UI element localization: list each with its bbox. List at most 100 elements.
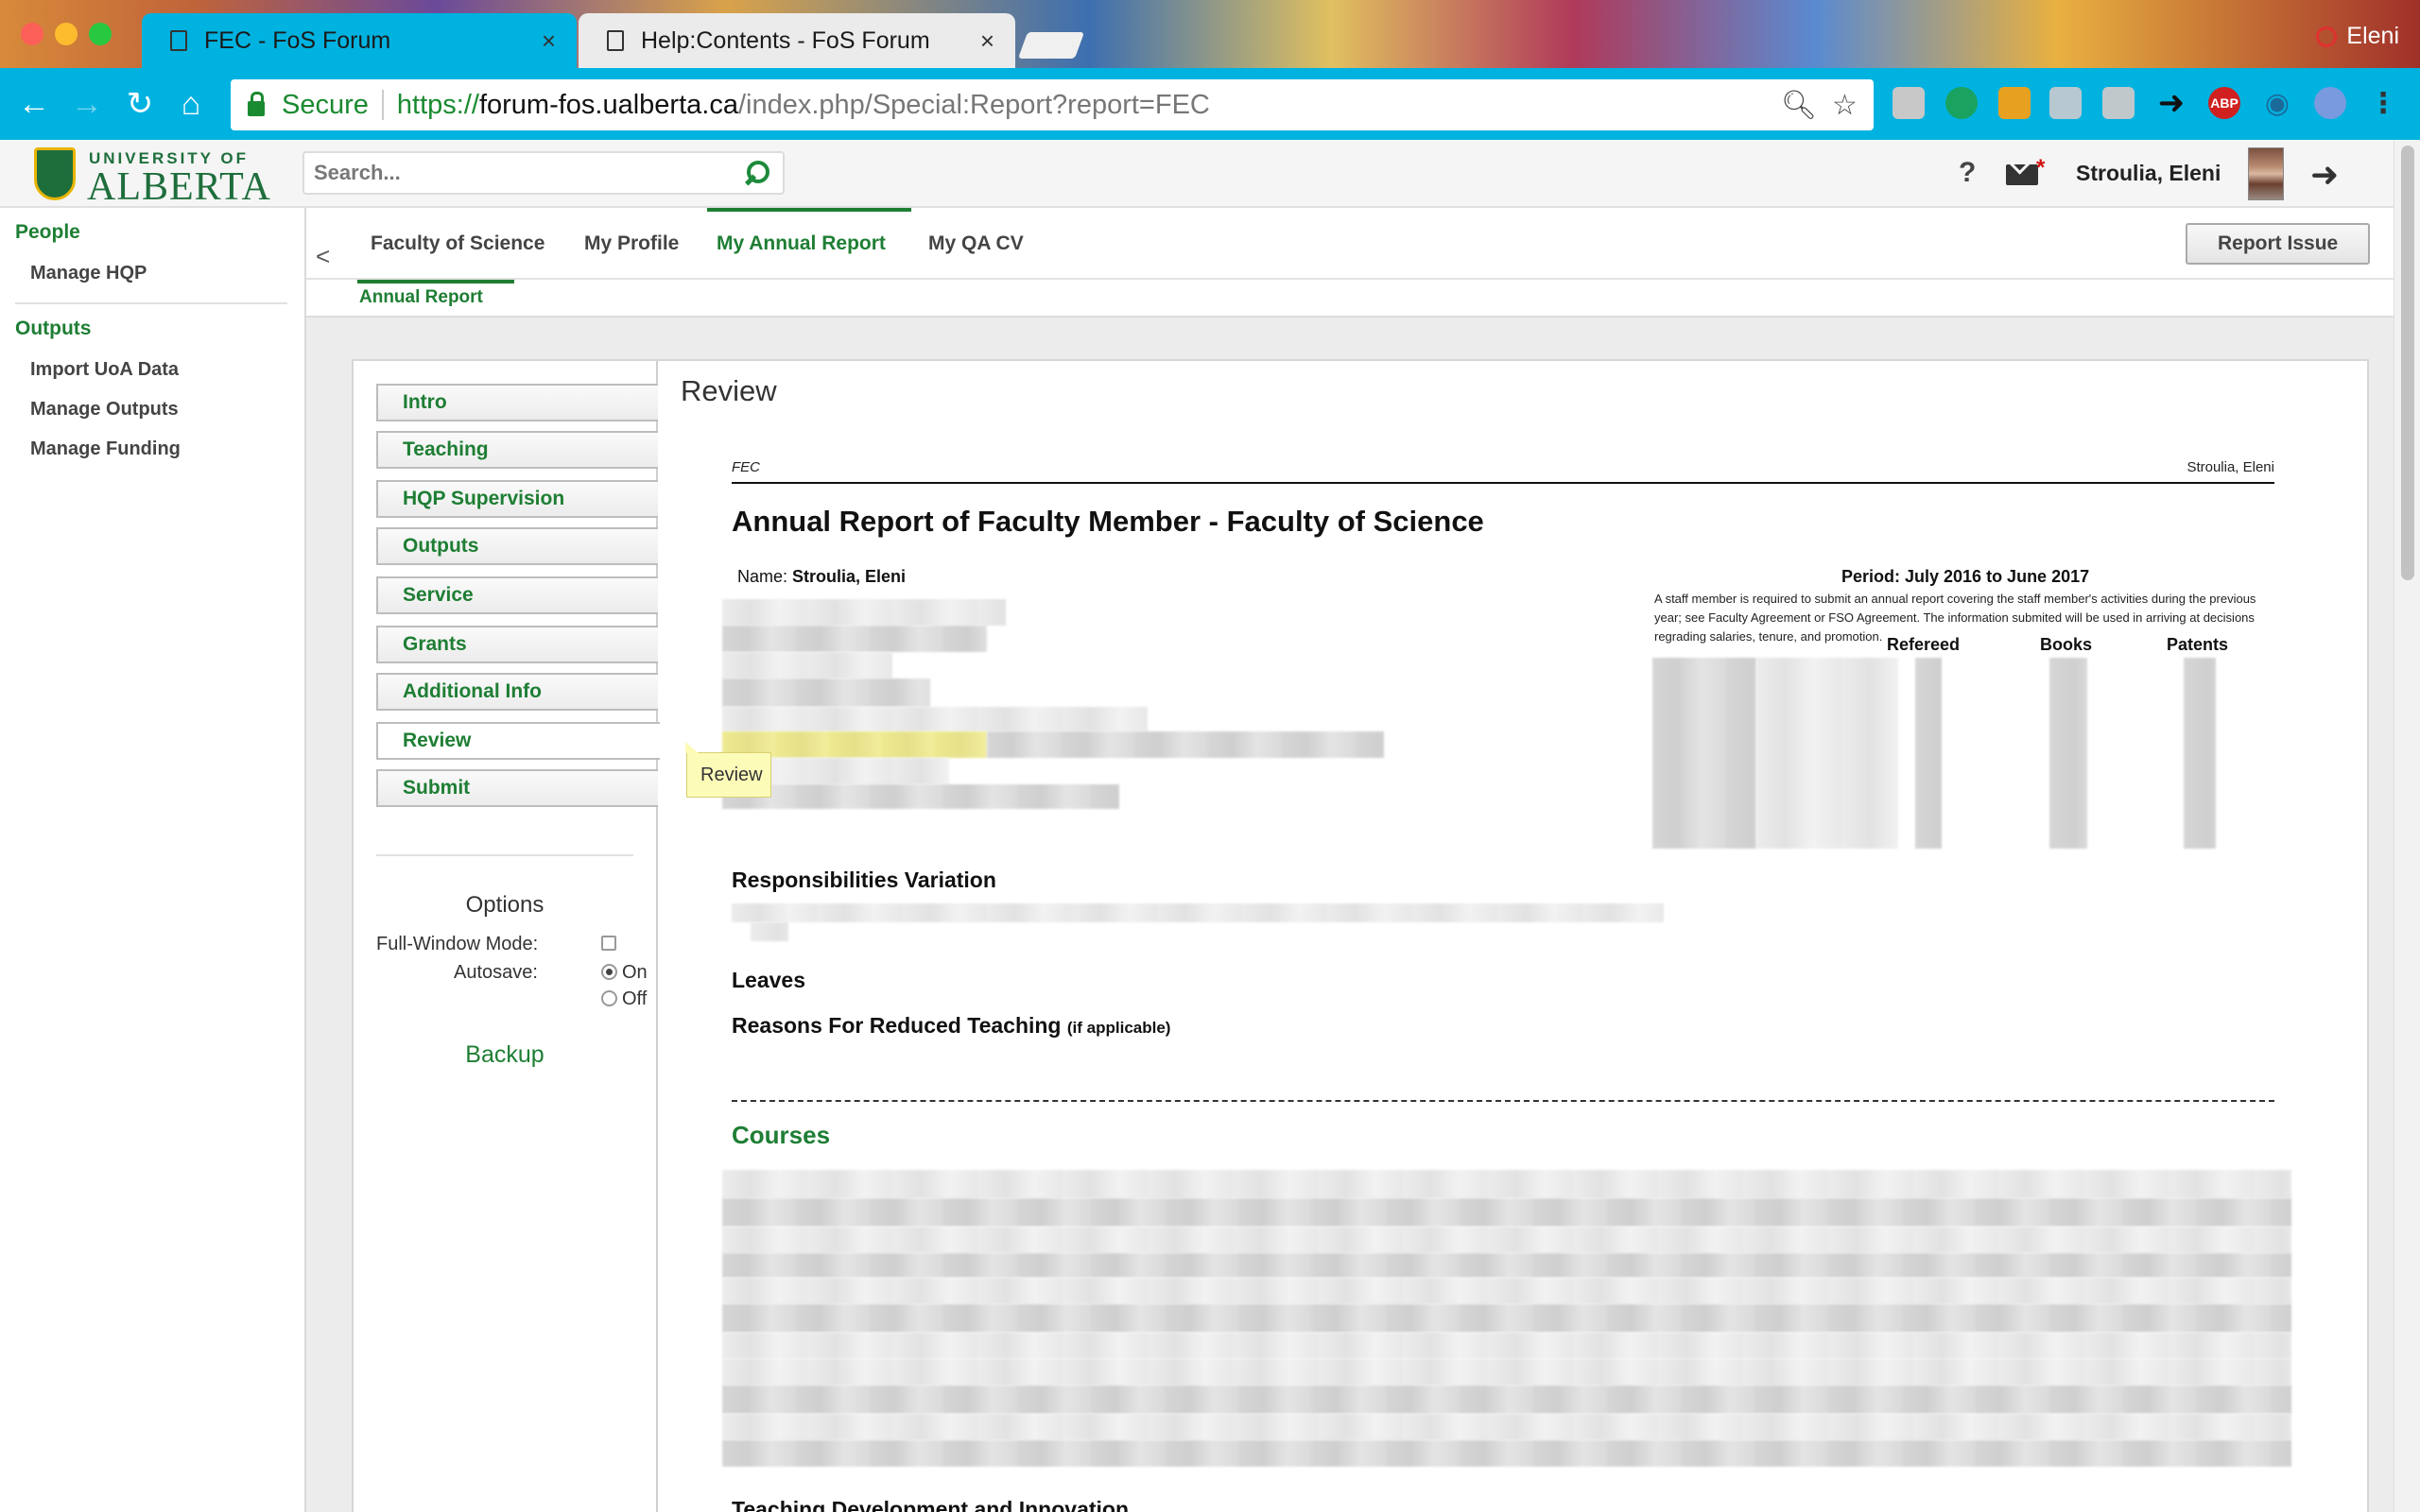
mail-icon[interactable]	[2006, 164, 2038, 185]
tab-my-profile[interactable]: My Profile	[584, 232, 679, 255]
logout-arrow-icon[interactable]: ➜	[2310, 155, 2339, 195]
university-logo[interactable]: UNIVERSITY OF ALBERTA	[34, 147, 270, 209]
rss-icon[interactable]	[1998, 87, 2031, 119]
report-issue-button[interactable]: Report Issue	[2186, 223, 2371, 265]
redacted-block	[722, 1440, 2291, 1467]
share-icon[interactable]: ➜	[2155, 85, 2187, 121]
user-name[interactable]: Stroulia, Eleni	[2076, 161, 2221, 186]
redacted-block	[987, 731, 1384, 758]
site-search	[302, 151, 785, 195]
screen: FEC - FoS Forum × Help:Contents - FoS Fo…	[0, 0, 2420, 1512]
doc-name: Name: Stroulia, Eleni	[737, 567, 906, 587]
section-reduced-teaching: Reasons For Reduced Teaching (if applica…	[732, 1013, 1170, 1039]
cast-icon[interactable]	[2049, 87, 2082, 119]
options-title: Options	[465, 892, 544, 918]
redacted-block	[722, 784, 1119, 809]
step-hqp-supervision[interactable]: HQP Supervision	[376, 480, 658, 518]
tab-faculty-of-science[interactable]: Faculty of Science	[371, 232, 544, 255]
hangouts-icon[interactable]	[1945, 87, 1978, 119]
back-icon[interactable]: ←	[13, 83, 55, 125]
logo-bottom-text: ALBERTA	[87, 165, 271, 209]
minimize-window-button[interactable]	[55, 23, 78, 45]
autosave-on-radio[interactable]	[601, 964, 617, 980]
subtab-annual-report[interactable]: Annual Report	[359, 287, 483, 308]
redacted-block	[722, 679, 930, 707]
url-host: forum-fos.ualberta.ca	[478, 89, 738, 120]
step-review[interactable]: Review	[376, 722, 660, 760]
bookmark-star-icon[interactable]: ☆	[1832, 89, 1858, 122]
step-additional-info[interactable]: Additional Info	[376, 673, 658, 711]
redacted-block	[722, 1332, 2291, 1359]
browser-profile[interactable]: Eleni	[2316, 23, 2399, 50]
doc-title: Annual Report of Faculty Member - Facult…	[732, 505, 1484, 538]
step-outputs[interactable]: Outputs	[376, 527, 658, 565]
zoom-icon[interactable]: 🔍︎	[1781, 89, 1817, 122]
doc-header-rule	[732, 482, 2274, 484]
options-divider	[376, 854, 633, 856]
browser-menu-icon[interactable]: ⋮	[2367, 87, 2399, 119]
scrollbar-thumb[interactable]	[2401, 146, 2414, 580]
sidebar: People Manage HQP Outputs Import UoA Dat…	[0, 208, 304, 1512]
doc-period: Period: July 2016 to June 2017	[1841, 567, 2090, 586]
browser-tab-active[interactable]: FEC - FoS Forum ×	[142, 13, 577, 68]
eye-icon[interactable]: ◉	[2261, 87, 2293, 119]
address-bar[interactable]: Secure https:// forum-fos.ualberta.ca /i…	[231, 79, 1874, 130]
sidebar-item-manage-funding[interactable]: Manage Funding	[30, 438, 181, 460]
section-teaching-development: Teaching Development and Innovation	[732, 1497, 1130, 1512]
sidebar-item-manage-outputs[interactable]: Manage Outputs	[30, 399, 179, 421]
reload-icon[interactable]: ↻	[119, 83, 161, 125]
new-tab-button[interactable]	[1017, 32, 1085, 59]
step-grants[interactable]: Grants	[376, 626, 658, 663]
step-service[interactable]: Service	[376, 576, 658, 614]
zoom-window-button[interactable]	[89, 23, 112, 45]
tab-my-annual-report[interactable]: My Annual Report	[717, 232, 886, 255]
top-tabs: < Faculty of Science My Profile My Annua…	[306, 208, 2395, 280]
drive-icon[interactable]	[2102, 87, 2135, 119]
sidebar-item-manage-hqp[interactable]: Manage HQP	[30, 263, 147, 284]
browser-tab-strip: FEC - FoS Forum × Help:Contents - FoS Fo…	[0, 0, 2420, 68]
vpn-icon[interactable]	[2314, 87, 2346, 119]
tab-my-qa-cv[interactable]: My QA CV	[928, 232, 1024, 255]
main-content: < Faculty of Science My Profile My Annua…	[304, 208, 2395, 1512]
home-icon[interactable]: ⌂	[170, 83, 212, 125]
redacted-block	[722, 1385, 2291, 1414]
redacted-block	[722, 1359, 2291, 1385]
sidebar-item-import-uoa-data[interactable]: Import UoA Data	[30, 359, 179, 381]
note-icon[interactable]	[1893, 87, 1925, 119]
search-input[interactable]	[304, 161, 739, 185]
redacted-block	[722, 707, 1148, 731]
doc-header-left: FEC	[732, 459, 760, 475]
autosave-label: Autosave:	[454, 962, 538, 983]
reduced-teaching-title: Reasons For Reduced Teaching	[732, 1013, 1062, 1038]
backup-link[interactable]: Backup	[354, 1041, 656, 1069]
browser-tab-inactive[interactable]: Help:Contents - FoS Forum ×	[579, 13, 1015, 68]
step-teaching[interactable]: Teaching	[376, 431, 658, 469]
report-panel: Intro Teaching HQP Supervision Outputs S…	[352, 359, 2369, 1512]
collapse-sidebar-icon[interactable]: <	[316, 242, 330, 271]
forward-icon[interactable]: →	[66, 83, 108, 125]
close-window-button[interactable]	[21, 23, 43, 45]
adblock-plus-icon[interactable]: ABP	[2208, 87, 2240, 119]
sidebar-section-people[interactable]: People	[15, 221, 80, 244]
help-icon[interactable]: ?	[1959, 157, 1976, 189]
profile-name: Eleni	[2346, 23, 2399, 49]
redacted-block	[722, 1170, 2291, 1198]
sidebar-section-outputs[interactable]: Outputs	[15, 318, 91, 340]
sidebar-divider	[15, 302, 287, 304]
avatar[interactable]	[2248, 147, 2284, 200]
search-icon[interactable]	[739, 157, 771, 189]
step-intro[interactable]: Intro	[376, 384, 658, 421]
doc-name-value: Stroulia, Eleni	[792, 567, 907, 586]
doc-header-right: Stroulia, Eleni	[2187, 459, 2274, 475]
section-leaves: Leaves	[732, 968, 806, 992]
divider	[381, 90, 384, 120]
redacted-block	[722, 1198, 2291, 1227]
close-tab-icon[interactable]: ×	[542, 26, 556, 56]
redacted-block	[722, 626, 987, 652]
autosave-off-radio[interactable]	[601, 990, 617, 1006]
page-scrollbar[interactable]	[2394, 140, 2420, 1512]
redacted-block	[2049, 658, 2087, 849]
full-window-checkbox[interactable]	[601, 936, 616, 951]
step-submit[interactable]: Submit	[376, 769, 658, 807]
close-tab-icon[interactable]: ×	[980, 26, 994, 56]
